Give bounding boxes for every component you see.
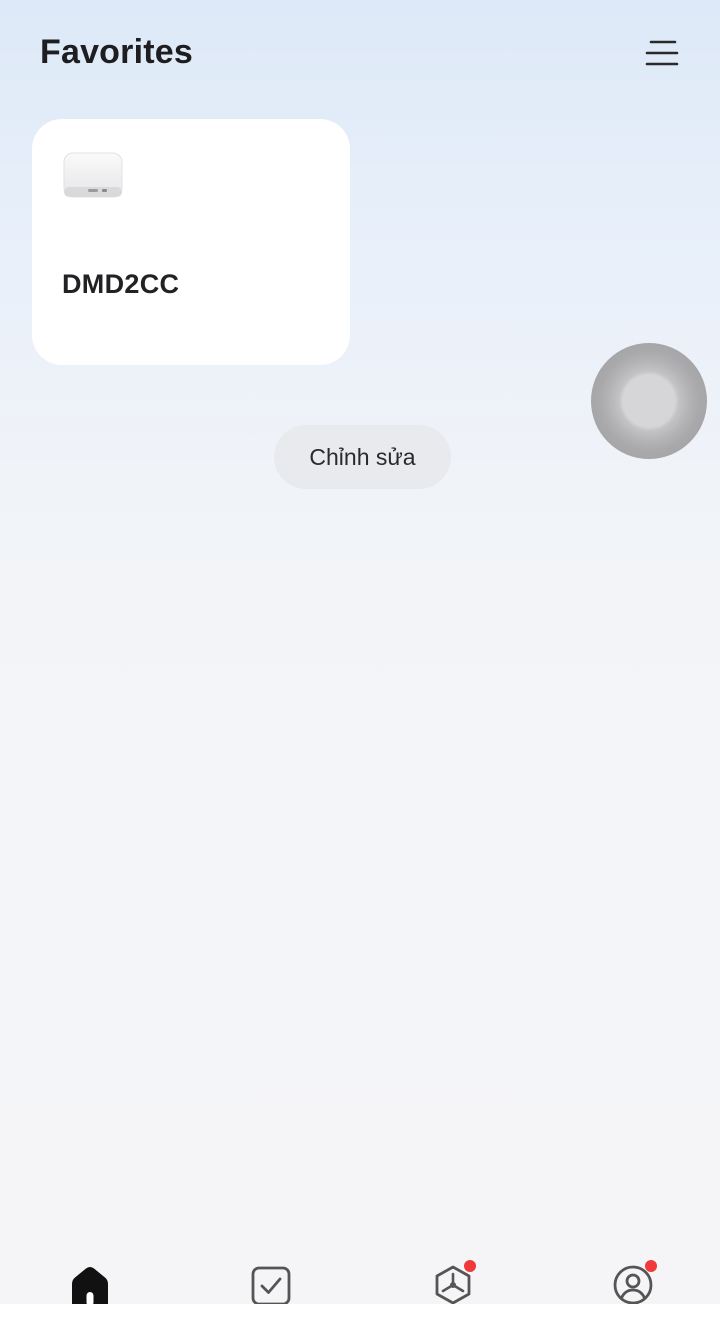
edit-button[interactable]: Chỉnh sửa <box>274 425 451 489</box>
menu-button[interactable] <box>636 30 688 76</box>
page-title: Favorites <box>40 33 193 71</box>
home-icon <box>72 1267 108 1306</box>
tab-scenes[interactable] <box>249 1264 293 1306</box>
favorite-device-card[interactable]: DMD2CC <box>32 119 350 365</box>
header: Favorites <box>0 0 720 100</box>
bottom-navigation <box>0 1238 720 1306</box>
device-name: DMD2CC <box>62 269 180 299</box>
bottom-safe-area <box>0 1304 720 1320</box>
checkbox-icon <box>251 1266 291 1306</box>
tab-home[interactable] <box>68 1264 112 1306</box>
assistive-touch-button[interactable] <box>591 343 707 459</box>
hamburger-menu-icon <box>645 40 679 66</box>
smart-badge-dot <box>464 1260 476 1272</box>
gateway-device-icon <box>63 152 123 198</box>
profile-badge-dot <box>645 1260 657 1272</box>
tab-profile[interactable] <box>611 1260 657 1306</box>
tab-smart[interactable] <box>431 1260 476 1306</box>
